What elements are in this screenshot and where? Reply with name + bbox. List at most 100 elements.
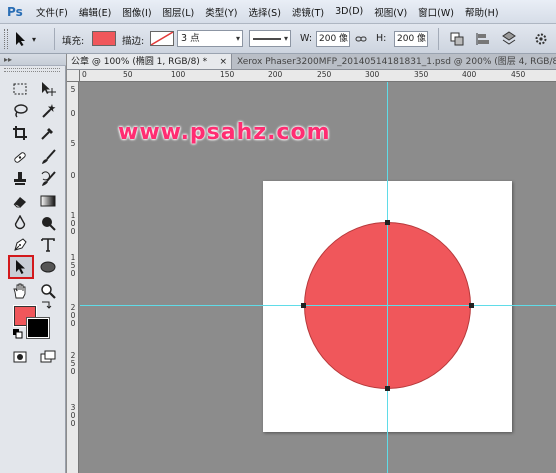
vertical-guide[interactable] (387, 82, 388, 473)
history-brush-tool[interactable] (36, 168, 60, 190)
fill-swatch[interactable] (92, 31, 116, 46)
path-selection-icon (16, 260, 25, 274)
collapse-arrows-icon[interactable]: ▸▸ (4, 55, 12, 64)
lasso-tool[interactable] (8, 100, 32, 122)
tab-active-document[interactable]: 公章 @ 100% (椭圆 1, RGB/8) * × (67, 54, 232, 69)
eraser-tool[interactable] (8, 190, 32, 212)
menu-view[interactable]: 视图(V) (374, 5, 407, 19)
move-tool[interactable] (36, 78, 60, 100)
toolbox: ▸▸ (0, 54, 66, 473)
swap-colors-icon[interactable] (40, 300, 52, 310)
anchor-point-top[interactable] (385, 220, 390, 225)
chevron-down-icon: ▾ (235, 34, 240, 43)
path-alignment-button[interactable] (474, 30, 492, 48)
divider (54, 28, 55, 50)
ruler-label: 1 0 0 (70, 211, 76, 236)
horizontal-guide[interactable] (80, 305, 556, 306)
gear-icon (535, 33, 547, 45)
magic-wand-tool[interactable] (36, 100, 60, 122)
menu-bar: Ps 文件(F) 编辑(E) 图像(I) 图层(L) 类型(Y) 选择(S) 滤… (0, 0, 556, 24)
eyedropper-tool[interactable] (36, 122, 60, 144)
vertical-ruler[interactable]: 5 0 5 0 1 0 0 1 5 0 2 0 0 2 5 0 3 0 0 (67, 82, 79, 473)
ruler-label: 1 5 0 (70, 253, 76, 278)
history-brush-icon (41, 171, 56, 186)
menu-window[interactable]: 窗口(W) (418, 5, 454, 19)
rect-marquee-icon (13, 83, 27, 95)
path-arrangement-button[interactable] (500, 30, 518, 48)
tool-preset-picker[interactable]: ▾ (14, 30, 50, 48)
background-color-swatch[interactable] (26, 317, 50, 339)
menu-filter[interactable]: 滤镜(T) (292, 5, 324, 19)
menu-type[interactable]: 类型(Y) (205, 5, 237, 19)
path-selection-tool[interactable] (8, 255, 34, 279)
path-alignment-icon (476, 33, 489, 45)
stroke-type-select[interactable]: ▾ (249, 30, 291, 47)
menu-edit[interactable]: 编辑(E) (79, 5, 111, 19)
eyedropper-icon (41, 128, 53, 140)
move-icon (42, 82, 56, 96)
blur-icon (14, 215, 26, 230)
crop-tool[interactable] (8, 122, 32, 144)
link-icon (355, 36, 367, 42)
ruler-label: 50 (123, 70, 133, 79)
hand-tool[interactable] (8, 280, 32, 302)
stroke-width-select[interactable]: 3 点 ▾ (177, 30, 243, 47)
healing-brush-tool[interactable] (8, 146, 32, 168)
clone-stamp-icon (14, 172, 26, 185)
ellipse-tool[interactable] (36, 256, 60, 278)
anchor-point-right[interactable] (469, 303, 474, 308)
stroke-label: 描边: (122, 36, 145, 47)
path-operations-button[interactable] (448, 30, 466, 48)
type-icon (41, 238, 55, 252)
settings-button[interactable] (532, 30, 550, 48)
options-bar: ▾ 填充: 描边: 3 点 ▾ ▾ W: 200 像 H: 200 像 (0, 24, 556, 54)
chevron-down-icon: ▾ (32, 34, 37, 44)
chevron-down-icon: ▾ (283, 34, 288, 43)
ruler-label: 2 5 0 (70, 351, 76, 376)
menu-select[interactable]: 选择(S) (248, 5, 280, 19)
options-grip[interactable] (4, 29, 8, 49)
menu-help[interactable]: 帮助(H) (465, 5, 499, 19)
gradient-tool[interactable] (36, 190, 60, 212)
clone-stamp-tool[interactable] (8, 168, 32, 190)
toolbox-header[interactable]: ▸▸ (0, 54, 66, 66)
ruler-label: 5 (70, 85, 76, 94)
path-operations-icon (450, 32, 464, 46)
menu-image[interactable]: 图像(I) (122, 5, 151, 19)
type-tool[interactable] (36, 234, 60, 256)
tab-inactive-document[interactable]: Xerox Phaser3200MFP_20140514181831_1.psd… (233, 54, 556, 69)
anchor-point-left[interactable] (301, 303, 306, 308)
stroke-swatch[interactable] (150, 31, 174, 46)
quick-mask-button[interactable] (8, 346, 32, 368)
height-field[interactable]: 200 像 (394, 31, 428, 47)
lasso-icon (14, 104, 28, 118)
magic-wand-icon (42, 104, 56, 118)
screen-mode-button[interactable] (36, 346, 60, 368)
horizontal-ruler[interactable]: 050100150200250300350400450500550 (80, 70, 556, 82)
blur-tool[interactable] (8, 212, 32, 234)
ruler-label: 200 (268, 70, 283, 79)
ruler-label: 0 (70, 171, 76, 180)
pen-tool[interactable] (8, 234, 32, 256)
link-dimensions-button[interactable] (352, 30, 370, 48)
toolbox-grip[interactable] (4, 68, 60, 72)
menu-3d[interactable]: 3D(D) (335, 6, 363, 17)
close-icon[interactable]: × (219, 54, 227, 69)
gradient-icon (40, 195, 56, 207)
menu-file[interactable]: 文件(F) (36, 5, 68, 19)
brush-tool[interactable] (36, 146, 60, 168)
ruler-label: 100 (171, 70, 186, 79)
ruler-label: 250 (317, 70, 332, 79)
tab-title: 公章 @ 100% (椭圆 1, RGB/8) * (71, 57, 208, 67)
eraser-icon (13, 197, 26, 208)
zoom-tool[interactable] (36, 280, 60, 302)
width-field[interactable]: 200 像 (316, 31, 350, 47)
anchor-point-bottom[interactable] (385, 386, 390, 391)
default-colors-icon[interactable] (12, 328, 24, 340)
ellipse-icon (40, 261, 56, 273)
menu-layer[interactable]: 图层(L) (163, 5, 195, 19)
ruler-origin[interactable] (67, 70, 80, 82)
watermark-text: www.psahz.com (118, 120, 331, 145)
dodge-tool[interactable] (36, 212, 60, 234)
rect-marquee-tool[interactable] (8, 78, 32, 100)
